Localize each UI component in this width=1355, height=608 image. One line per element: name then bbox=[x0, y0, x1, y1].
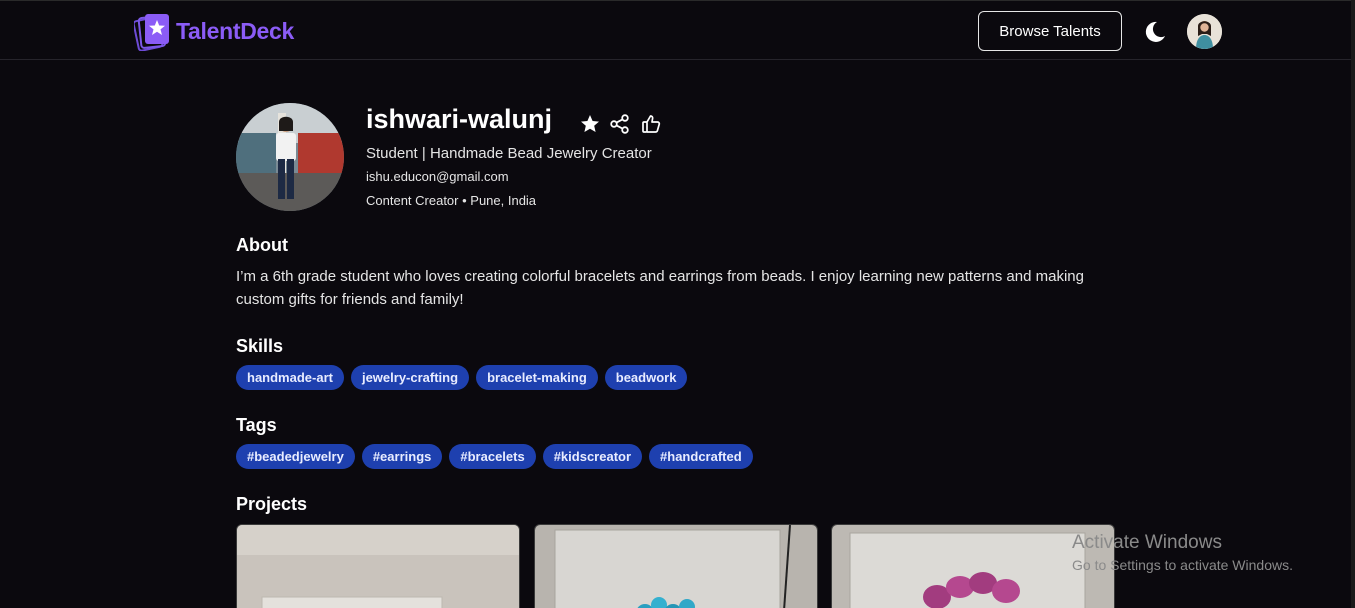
projects-heading: Projects bbox=[236, 494, 308, 514]
tag-chip[interactable]: #kidscreator bbox=[542, 444, 643, 469]
profile-username: ishwari-walunj bbox=[366, 104, 553, 134]
about-text: I’m a 6th grade student who loves creati… bbox=[236, 268, 1084, 308]
profile-role-location: Content Creator • Pune, India bbox=[366, 193, 537, 208]
os-activation-watermark-title: Activate Windows bbox=[1072, 532, 1222, 553]
skill-chip[interactable]: handmade-art bbox=[236, 365, 344, 390]
top-nav-bar: TalentDeck Browse Talents bbox=[0, 0, 1355, 60]
share-icon[interactable] bbox=[609, 113, 631, 135]
logo-cards-icon bbox=[132, 11, 172, 52]
app-logo[interactable]: TalentDeck bbox=[132, 11, 295, 52]
tags-list: #beadedjewelry #earrings #bracelets #kid… bbox=[236, 444, 753, 469]
skills-heading: Skills bbox=[236, 336, 284, 356]
profile-email: ishu.educon@gmail.com bbox=[366, 169, 509, 184]
user-avatar[interactable] bbox=[1187, 14, 1222, 49]
tags-heading: Tags bbox=[236, 415, 277, 435]
tag-chip[interactable]: #bracelets bbox=[449, 444, 536, 469]
about-heading: About bbox=[236, 235, 288, 255]
moon-icon[interactable] bbox=[1141, 19, 1167, 45]
app-name: TalentDeck bbox=[176, 17, 295, 44]
thumbs-up-icon[interactable] bbox=[640, 113, 662, 135]
profile-avatar bbox=[236, 103, 344, 211]
browse-talents-button[interactable]: Browse Talents bbox=[978, 11, 1122, 51]
profile-headline: Student | Handmade Bead Jewelry Creator bbox=[366, 145, 652, 162]
star-icon[interactable] bbox=[579, 113, 601, 135]
project-card[interactable] bbox=[534, 524, 818, 608]
os-activation-watermark-text: Go to Settings to activate Windows. bbox=[1072, 557, 1293, 573]
skill-chip[interactable]: jewelry-crafting bbox=[350, 365, 470, 390]
page-scrollbar[interactable] bbox=[1351, 0, 1355, 608]
tag-chip[interactable]: #handcrafted bbox=[649, 444, 753, 469]
skill-chip[interactable]: beadwork bbox=[604, 365, 688, 390]
project-card[interactable] bbox=[236, 524, 520, 608]
skill-chip[interactable]: bracelet-making bbox=[476, 365, 598, 390]
skills-list: handmade-art jewelry-crafting bracelet-m… bbox=[236, 365, 688, 390]
tag-chip[interactable]: #beadedjewelry bbox=[236, 444, 355, 469]
tag-chip[interactable]: #earrings bbox=[361, 444, 443, 469]
